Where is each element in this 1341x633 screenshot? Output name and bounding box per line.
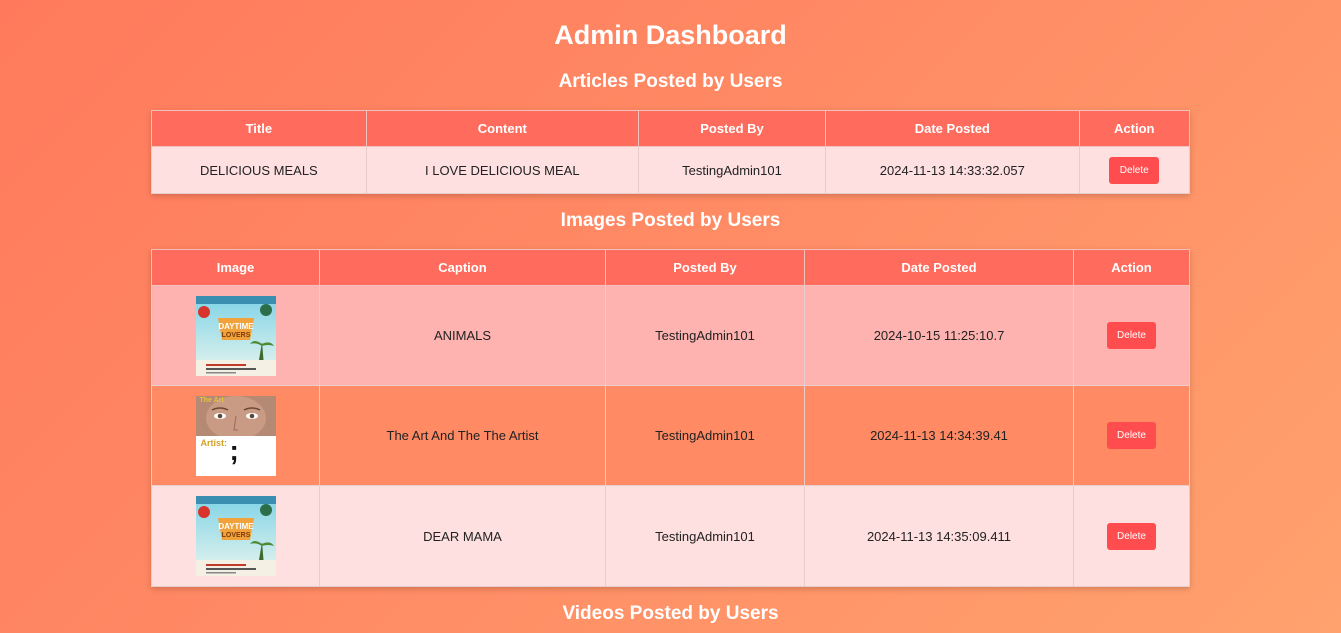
portrait-artist-label: Artist:: [200, 437, 228, 448]
article-title: DELICIOUS MEALS: [151, 146, 367, 194]
column-header-action: Action: [1073, 249, 1190, 286]
portrait-mark: ;: [229, 434, 239, 466]
column-header-image: Image: [151, 249, 320, 286]
event-flyer-image: DAYTIME LOVERS: [195, 496, 276, 576]
column-header-content: Content: [365, 110, 639, 147]
image-caption: DEAR MAMA: [319, 485, 606, 587]
article-posted-by: TestingAdmin101: [637, 146, 827, 194]
image-cell: DAYTIME LOVERS: [151, 285, 320, 386]
image-action-cell: Delete: [1073, 485, 1190, 587]
articles-heading: Articles Posted by Users: [558, 71, 783, 92]
image-caption: ANIMALS: [319, 285, 606, 386]
delete-image-button[interactable]: Delete: [1107, 522, 1156, 550]
delete-image-button[interactable]: Delete: [1107, 422, 1156, 449]
image-cell: The Art Artist: ;: [151, 385, 320, 486]
image-cell: DAYTIME LOVERS: [151, 485, 320, 587]
articles-table: Title Content Posted By Date Posted Acti…: [151, 110, 1191, 194]
column-header-date-posted: Date Posted: [804, 249, 1074, 286]
image-date-posted: 2024-11-13 14:35:09.411: [804, 485, 1074, 587]
image-caption: The Art And The The Artist: [319, 385, 606, 486]
svg-text:DAYTIME: DAYTIME: [218, 522, 254, 531]
event-flyer-thumbnail[interactable]: DAYTIME LOVERS: [195, 496, 276, 576]
table-row: DELICIOUS MEALS I LOVE DELICIOUS MEAL Te…: [151, 146, 1191, 194]
page-title: Admin Dashboard: [554, 20, 787, 50]
event-flyer-thumbnail[interactable]: DAYTIME LOVERS: [195, 295, 276, 376]
article-content: I LOVE DELICIOUS MEAL: [365, 146, 639, 194]
column-header-action: Action: [1078, 110, 1191, 147]
svg-text:LOVERS: LOVERS: [221, 532, 250, 539]
delete-image-button[interactable]: Delete: [1107, 322, 1156, 349]
column-header-posted-by: Posted By: [637, 110, 827, 147]
column-header-posted-by: Posted By: [605, 249, 805, 286]
image-posted-by: TestingAdmin101: [605, 285, 805, 386]
articles-header-row: Title Content Posted By Date Posted Acti…: [151, 110, 1191, 147]
images-header-row: Image Caption Posted By Date Posted Acti…: [151, 249, 1190, 286]
article-date-posted: 2024-11-13 14:33:32.057: [825, 146, 1080, 194]
svg-text:LOVERS: LOVERS: [221, 332, 250, 339]
table-row: DAYTIME LOVERS ANIMALS TestingAdmin101 2…: [151, 285, 1190, 386]
image-action-cell: Delete: [1073, 285, 1190, 386]
artist-portrait-thumbnail[interactable]: The Art Artist: ;: [195, 395, 276, 476]
images-table: Image Caption Posted By Date Posted Acti…: [151, 249, 1190, 587]
table-row: DAYTIME LOVERS DEAR MAMA TestingAdmin101…: [151, 485, 1190, 587]
image-date-posted: 2024-10-15 11:25:10.7: [804, 285, 1074, 386]
image-action-cell: Delete: [1073, 385, 1190, 486]
column-header-title: Title: [151, 110, 367, 147]
table-row: The Art Artist: ; The Art And The The Ar…: [151, 385, 1190, 486]
image-posted-by: TestingAdmin101: [605, 385, 805, 486]
delete-article-button[interactable]: Delete: [1109, 156, 1160, 184]
images-heading: Images Posted by Users: [560, 210, 781, 231]
column-header-caption: Caption: [319, 249, 606, 286]
svg-text:DAYTIME: DAYTIME: [218, 322, 254, 331]
image-posted-by: TestingAdmin101: [605, 485, 805, 587]
event-flyer-image: DAYTIME LOVERS: [195, 295, 276, 376]
videos-heading: Videos Posted by Users: [562, 603, 779, 624]
image-date-posted: 2024-11-13 14:34:39.41: [804, 385, 1074, 486]
article-action-cell: Delete: [1078, 146, 1191, 194]
portrait-top-text: The Art: [199, 396, 224, 404]
column-header-date-posted: Date Posted: [825, 110, 1080, 147]
